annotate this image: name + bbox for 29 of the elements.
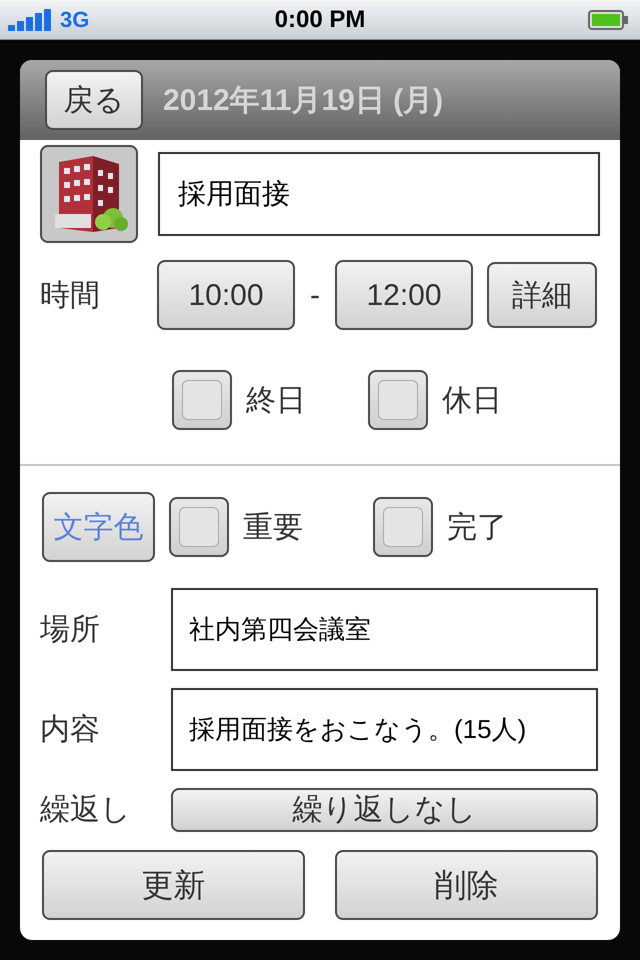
action-button[interactable]: 更新: [42, 850, 305, 920]
field-label: 場所: [40, 612, 101, 648]
checkbox-label: 休日: [442, 382, 502, 418]
action-button[interactable]: 削除: [335, 850, 598, 920]
repeat-button[interactable]: 繰り返しなし: [171, 788, 598, 832]
back-button[interactable]: 戻る: [45, 70, 143, 130]
detail-button[interactable]: 詳細: [487, 262, 597, 328]
checkbox-label: 重要: [243, 510, 304, 546]
status-time: 0:00 PM: [274, 4, 366, 34]
checkbox[interactable]: [172, 370, 232, 430]
checkbox-label: 終日: [246, 382, 307, 418]
checkbox[interactable]: [169, 497, 229, 557]
input-field[interactable]: 社内第四会議室: [171, 588, 598, 671]
checkbox-label: 完了: [447, 510, 507, 546]
checkbox[interactable]: [368, 370, 428, 430]
repeat-label: 繰返し: [40, 792, 132, 828]
signal-icon: [8, 8, 52, 30]
field-label: 内容: [40, 712, 101, 748]
time-separator: -: [309, 278, 321, 314]
network-label: 3G: [60, 6, 90, 34]
checkbox[interactable]: [373, 497, 433, 557]
time-label: 時間: [40, 278, 101, 314]
end-time-button[interactable]: 12:00: [335, 260, 473, 330]
building-button[interactable]: [40, 145, 138, 243]
header-title: 2012年11月19日 (月): [163, 82, 444, 118]
title-field[interactable]: 採用面接: [158, 152, 600, 236]
start-time-button[interactable]: 10:00: [157, 260, 295, 330]
input-field[interactable]: 採用面接をおこなう。(15人): [171, 688, 598, 771]
battery-icon: [588, 10, 628, 30]
